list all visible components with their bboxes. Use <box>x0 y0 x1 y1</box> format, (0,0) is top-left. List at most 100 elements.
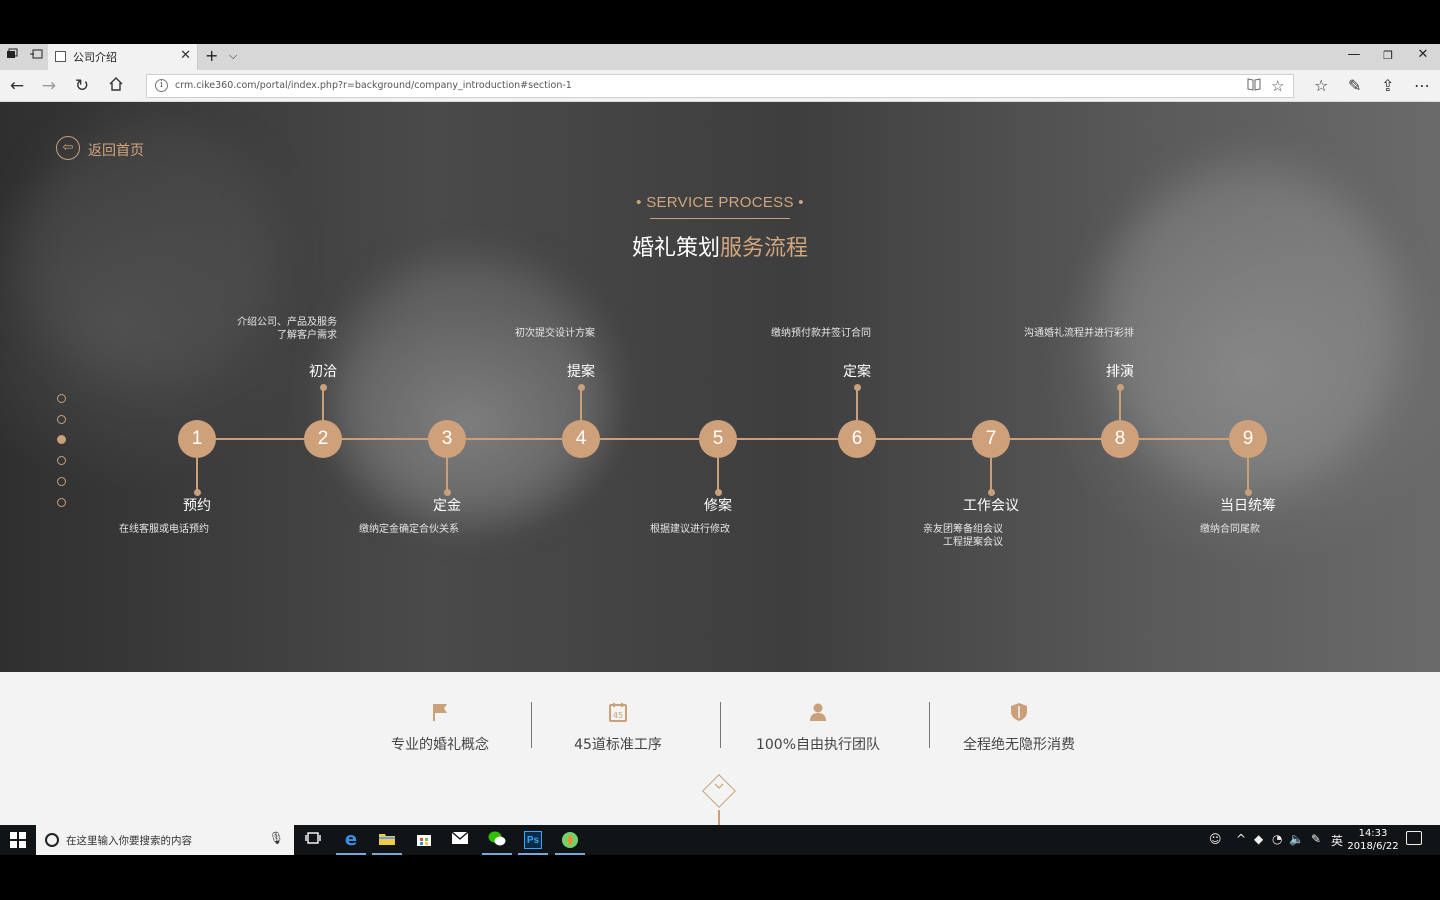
clock-time: 14:33 <box>1358 828 1388 839</box>
network-icon[interactable]: ◔ <box>1272 832 1282 846</box>
tab-close-icon[interactable]: ✕ <box>180 48 191 63</box>
chevron-up-icon[interactable]: ^ <box>1236 832 1246 846</box>
step-number[interactable]: 9 <box>1229 420 1267 458</box>
favorite-star-icon[interactable]: ☆ <box>1271 77 1284 95</box>
divider <box>720 702 721 748</box>
step-title: 定金 <box>433 498 461 514</box>
windows-start-icon[interactable] <box>10 832 26 848</box>
feature-item: 全程绝无隐形消费 <box>956 672 1082 772</box>
forward-icon[interactable]: → <box>37 76 61 96</box>
pen-icon[interactable]: ✎ <box>1311 832 1321 846</box>
step-connector-dot <box>577 384 585 391</box>
service-process-section: ⇦ 返回首页 • SERVICE PROCESS • 婚礼策划服务流程 1 预约在… <box>0 102 1440 672</box>
maximize-icon[interactable]: ❐ <box>1373 49 1403 62</box>
more-icon[interactable]: ⋯ <box>1414 76 1430 95</box>
step-connector-dot <box>1116 384 1124 391</box>
minimize-icon[interactable]: — <box>1339 47 1369 62</box>
new-tab-icon[interactable]: + <box>205 46 218 65</box>
volume-icon[interactable]: 🔈 <box>1289 832 1304 846</box>
step-number[interactable]: 1 <box>178 420 216 458</box>
step-description-line: 介绍公司、产品及服务 <box>237 317 337 328</box>
section-nav-dot[interactable] <box>57 435 66 445</box>
tray-app-icon[interactable]: ◆ <box>1254 832 1263 846</box>
step-connector-dot <box>319 384 327 391</box>
step-description: 初次提交设计方案 <box>395 327 595 340</box>
step-description: 介绍公司、产品及服务了解客户需求 <box>137 316 337 342</box>
step-title: 预约 <box>183 498 211 514</box>
step-number[interactable]: 4 <box>562 420 600 458</box>
browser-tab-bar: 公司介绍 ✕ + ⌵ — ❐ ✕ <box>0 44 1440 70</box>
divider <box>929 702 930 748</box>
feature-label: 全程绝无隐形消费 <box>963 737 1075 753</box>
step-title: 排演 <box>1106 364 1134 380</box>
feature-item: 专业的婚礼概念 <box>380 672 500 772</box>
features-bar: 专业的婚礼概念 45 45道标准工序 100%自由执行团队 全程绝无隐形消费 <box>0 672 1440 825</box>
url-field[interactable]: i crm.cike360.com/portal/index.php?r=bac… <box>146 74 1294 98</box>
person-icon <box>808 702 828 722</box>
task-view-icon[interactable] <box>296 828 330 855</box>
close-icon[interactable]: ✕ <box>1408 47 1438 62</box>
step-connector <box>717 458 719 492</box>
step-description-line: 在线客服或电话预约 <box>119 524 209 535</box>
step-connector <box>856 386 858 420</box>
step-connector <box>446 458 448 492</box>
calendar-45-icon-text: 45 <box>613 711 623 720</box>
step-description-line: 亲友团筹备组会议 <box>923 524 1003 535</box>
step-title: 初洽 <box>309 364 337 380</box>
step-description: 在线客服或电话预约 <box>9 523 209 536</box>
clock[interactable]: 14:33 2018/6/22 <box>1345 827 1401 853</box>
clock-date: 2018/6/22 <box>1347 841 1399 852</box>
mail-icon[interactable] <box>443 828 477 855</box>
info-icon[interactable]: i <box>155 79 168 92</box>
ime-indicator[interactable]: 英 <box>1331 832 1343 849</box>
section-nav-dot[interactable] <box>57 414 66 424</box>
section-title: 婚礼策划服务流程 <box>0 230 1440 262</box>
browser-tab[interactable]: 公司介绍 ✕ <box>48 44 198 70</box>
notes-icon[interactable]: ✎ <box>1348 76 1361 95</box>
tab-manager-icon[interactable] <box>6 48 18 64</box>
step-number[interactable]: 6 <box>838 420 876 458</box>
photoshop-icon[interactable]: Ps <box>516 828 550 855</box>
step-description-line: 工程提案会议 <box>943 537 1003 548</box>
app-icon[interactable] <box>553 828 587 855</box>
file-explorer-icon[interactable] <box>370 828 404 855</box>
microphone-icon[interactable]: 🎙 <box>269 831 284 845</box>
step-connector <box>1247 458 1249 492</box>
step-number[interactable]: 2 <box>304 420 342 458</box>
page-icon <box>55 51 66 62</box>
step-title: 当日统筹 <box>1220 498 1276 514</box>
step-description-line: 根据建议进行修改 <box>650 524 730 535</box>
section-nav-dot[interactable] <box>57 476 66 486</box>
calendar-45-icon: 45 <box>608 702 628 722</box>
step-number[interactable]: 5 <box>699 420 737 458</box>
tab-list-icon[interactable]: ⌵ <box>229 49 237 63</box>
refresh-icon[interactable]: ↻ <box>70 76 94 96</box>
step-connector <box>322 386 324 420</box>
step-description-line: 了解客户需求 <box>277 330 337 341</box>
flag-icon <box>430 702 450 722</box>
step-connector <box>196 458 198 492</box>
people-icon[interactable]: ☺ <box>1209 832 1222 846</box>
step-description-line: 缴纳预付款并签订合同 <box>771 328 871 339</box>
set-aside-tabs-icon[interactable] <box>30 48 43 64</box>
edge-icon[interactable]: e <box>334 828 368 855</box>
section-nav-dot[interactable] <box>57 497 66 507</box>
step-number[interactable]: 7 <box>972 420 1010 458</box>
tab-title: 公司介绍 <box>73 51 117 64</box>
step-title: 修案 <box>704 498 732 514</box>
share-icon[interactable]: ⇪ <box>1381 76 1394 95</box>
shield-icon <box>1009 702 1029 722</box>
step-title: 工作会议 <box>963 498 1019 514</box>
reading-view-icon[interactable] <box>1247 77 1261 95</box>
step-number[interactable]: 8 <box>1101 420 1139 458</box>
home-icon[interactable] <box>104 76 128 97</box>
wechat-icon[interactable] <box>480 828 514 855</box>
store-icon[interactable] <box>407 828 441 855</box>
step-number[interactable]: 3 <box>428 420 466 458</box>
taskbar-search[interactable]: 在这里输入你要搜索的内容 🎙 <box>36 825 294 855</box>
favorites-icon[interactable]: ☆ <box>1314 76 1328 95</box>
section-nav-dot[interactable] <box>57 456 66 466</box>
section-nav-dot[interactable] <box>57 394 66 403</box>
notification-icon[interactable] <box>1406 831 1422 845</box>
back-icon[interactable]: ← <box>5 76 29 96</box>
